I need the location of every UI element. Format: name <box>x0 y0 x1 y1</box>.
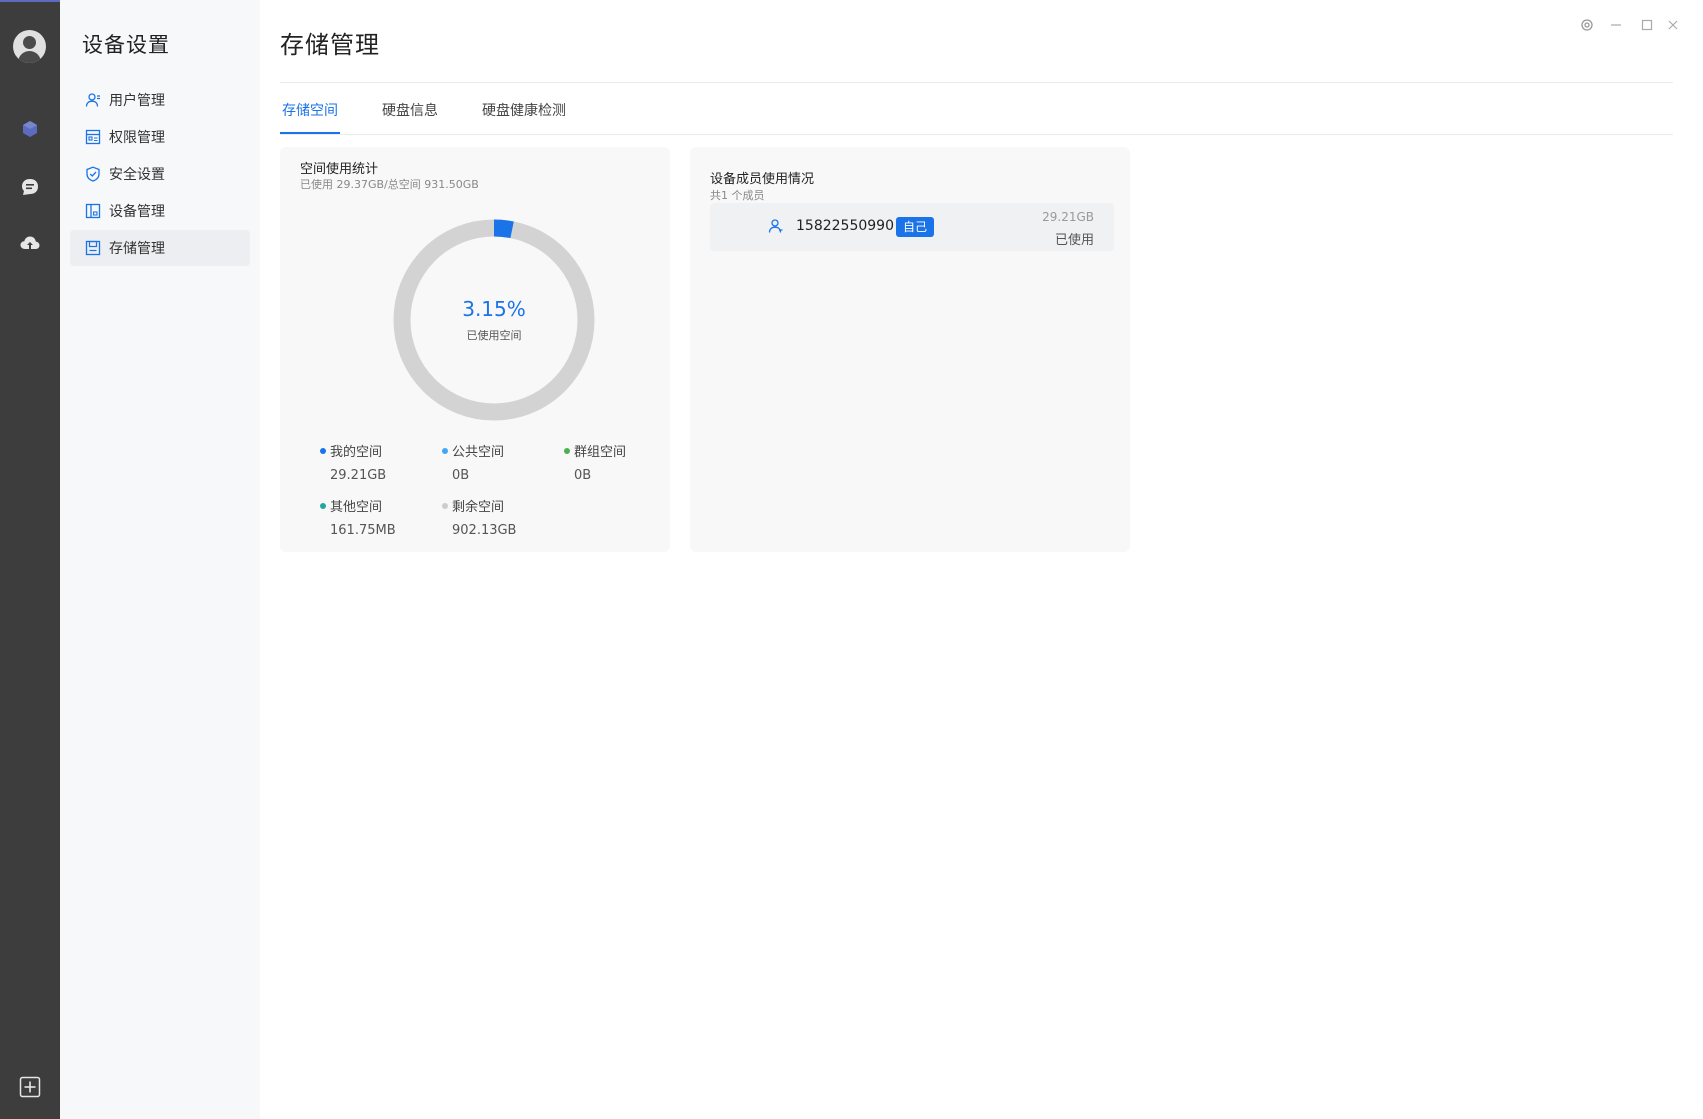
chat-icon[interactable] <box>18 175 42 199</box>
sidebar-item-label: 权限管理 <box>109 130 165 146</box>
member-used-label: 已使用 <box>1054 233 1094 248</box>
close-icon[interactable] <box>1662 14 1684 36</box>
legend-public-space: 公共空间 0B <box>442 441 504 483</box>
legend-dot <box>320 502 326 509</box>
permission-icon <box>84 129 101 146</box>
cloud-upload-icon[interactable] <box>18 232 42 256</box>
rail-top-accent <box>0 0 60 2</box>
legend-other-space: 其他空间 161.75MB <box>320 496 396 538</box>
tab-disk-info[interactable]: 硬盘信息 <box>380 98 440 134</box>
sidebar-item-storage[interactable]: 存储管理 <box>70 230 250 266</box>
user-icon <box>84 92 101 109</box>
maximize-icon[interactable] <box>1636 14 1658 36</box>
add-panel-icon[interactable] <box>18 1075 42 1099</box>
space-card-title: 空间使用统计 <box>300 162 379 177</box>
cube-icon[interactable] <box>18 117 42 141</box>
storage-icon <box>84 240 101 257</box>
sidebar-item-permissions[interactable]: 权限管理 <box>70 119 250 155</box>
tab-storage-space[interactable]: 存储空间 <box>280 98 340 134</box>
legend-dot <box>564 447 570 454</box>
legend-label: 公共空间 <box>452 445 505 460</box>
minimize-icon[interactable] <box>1605 14 1627 36</box>
legend-label: 我的空间 <box>330 445 383 460</box>
tab-disk-health[interactable]: 硬盘健康检测 <box>480 98 568 134</box>
sidebar-item-devices[interactable]: 设备管理 <box>70 193 250 229</box>
sidebar-item-label: 安全设置 <box>109 167 165 183</box>
settings-sidebar: 设备设置 用户管理 权限管理 安全设置 设备管理 存储管理 <box>60 0 260 1119</box>
avatar-icon[interactable] <box>13 30 46 63</box>
sidebar-item-users[interactable]: 用户管理 <box>70 82 250 118</box>
app-rail <box>0 0 60 1119</box>
self-badge: 自己 <box>896 217 935 237</box>
legend-value: 0B <box>574 468 592 483</box>
title-divider <box>280 82 1673 83</box>
member-usage-card: 设备成员使用情况 共1 个成员 15822550990 自己 29.21GB 已… <box>690 147 1130 552</box>
space-usage-card: 空间使用统计 已使用 29.37GB/总空间 931.50GB 3.15% 已使… <box>280 147 670 552</box>
used-percent-label: 已使用空间 <box>466 329 522 342</box>
legend-label: 剩余空间 <box>452 500 505 515</box>
legend-dot <box>442 502 448 509</box>
member-card-title: 设备成员使用情况 <box>710 172 815 187</box>
main-panel: 存储管理 存储空间 硬盘信息 硬盘健康检测 空间使用统计 已使用 29.37GB… <box>260 0 1703 1119</box>
sidebar-item-label: 设备管理 <box>109 204 165 220</box>
legend-my-space: 我的空间 29.21GB <box>320 441 386 483</box>
legend-dot <box>442 447 448 454</box>
legend-group-space: 群组空间 0B <box>564 441 626 483</box>
usage-donut: 3.15% 已使用空间 <box>391 217 597 423</box>
settings-gear-icon[interactable] <box>1576 14 1598 36</box>
device-icon <box>84 203 101 220</box>
member-used-size: 29.21GB <box>1042 210 1094 224</box>
storage-tabs: 存储空间 硬盘信息 硬盘健康检测 <box>280 98 608 134</box>
legend-label: 其他空间 <box>330 500 383 515</box>
member-row[interactable]: 15822550990 自己 29.21GB 已使用 <box>710 203 1114 251</box>
legend-value: 161.75MB <box>330 523 396 538</box>
legend-value: 0B <box>452 468 470 483</box>
legend-value: 902.13GB <box>452 523 517 538</box>
legend-dot <box>320 447 326 454</box>
member-phone: 15822550990 <box>796 218 894 234</box>
tabs-divider <box>280 134 1673 135</box>
page-title: 存储管理 <box>280 31 380 59</box>
member-card-subtitle: 共1 个成员 <box>710 189 765 202</box>
shield-icon <box>84 166 101 183</box>
sidebar-title: 设备设置 <box>82 33 170 57</box>
space-card-subtitle: 已使用 29.37GB/总空间 931.50GB <box>300 178 479 191</box>
legend-free-space: 剩余空间 902.13GB <box>442 496 516 538</box>
sidebar-item-label: 用户管理 <box>109 93 165 109</box>
used-percent: 3.15% <box>462 297 526 321</box>
sidebar-item-label: 存储管理 <box>109 241 165 257</box>
legend-value: 29.21GB <box>330 468 387 483</box>
sidebar-item-security[interactable]: 安全设置 <box>70 156 250 192</box>
legend-label: 群组空间 <box>574 445 627 460</box>
member-user-icon <box>768 218 786 236</box>
